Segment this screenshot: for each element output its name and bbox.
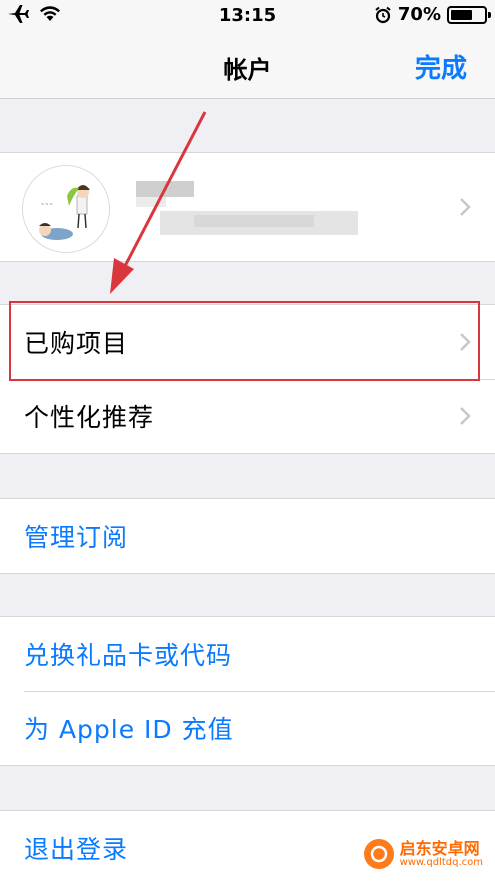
personalized-recommendations-row[interactable]: 个性化推荐	[0, 379, 495, 453]
sign-out-label: 退出登录	[24, 835, 129, 864]
manage-subscriptions-label: 管理订阅	[24, 523, 129, 552]
status-bar: 13:15 70%	[0, 0, 495, 32]
subscriptions-group: 管理订阅	[0, 498, 495, 574]
alarm-icon	[375, 6, 391, 23]
watermark: 启东安卓网 www.qdltdq.com	[357, 837, 489, 871]
profile-row[interactable]: ~ ~ ~	[0, 153, 495, 261]
watermark-name: 启东安卓网	[399, 838, 480, 858]
add-funds-label: 为 Apple ID 充值	[24, 715, 234, 744]
watermark-url: www.qdltdq.com	[399, 857, 483, 869]
funds-group: 兑换礼品卡或代码 为 Apple ID 充值	[0, 616, 495, 766]
manage-subscriptions-row[interactable]: 管理订阅	[0, 499, 495, 573]
add-funds-row[interactable]: 为 Apple ID 充值	[0, 691, 495, 765]
avatar-illustration: ~ ~ ~	[23, 166, 109, 252]
watermark-logo-icon	[363, 839, 394, 869]
battery-icon	[447, 5, 491, 24]
avatar: ~ ~ ~	[22, 165, 110, 253]
navigation-bar: 帐户 完成	[0, 32, 495, 99]
battery-level	[451, 9, 473, 20]
done-button[interactable]: 完成	[415, 48, 467, 85]
redeem-row[interactable]: 兑换礼品卡或代码	[0, 617, 495, 691]
redacted-name-tail	[136, 197, 166, 207]
battery-percent: 70%	[397, 4, 441, 25]
chevron-right-icon	[460, 407, 471, 425]
svg-text:~ ~ ~: ~ ~ ~	[41, 202, 53, 208]
redeem-label: 兑换礼品卡或代码	[24, 641, 233, 670]
profile-group: ~ ~ ~	[0, 152, 495, 262]
status-right: 70%	[374, 4, 491, 25]
redacted-email-shadow	[194, 215, 314, 227]
personalized-label: 个性化推荐	[24, 403, 155, 432]
highlight-box	[9, 301, 480, 381]
chevron-right-icon	[460, 198, 471, 216]
redacted-name	[136, 181, 194, 197]
